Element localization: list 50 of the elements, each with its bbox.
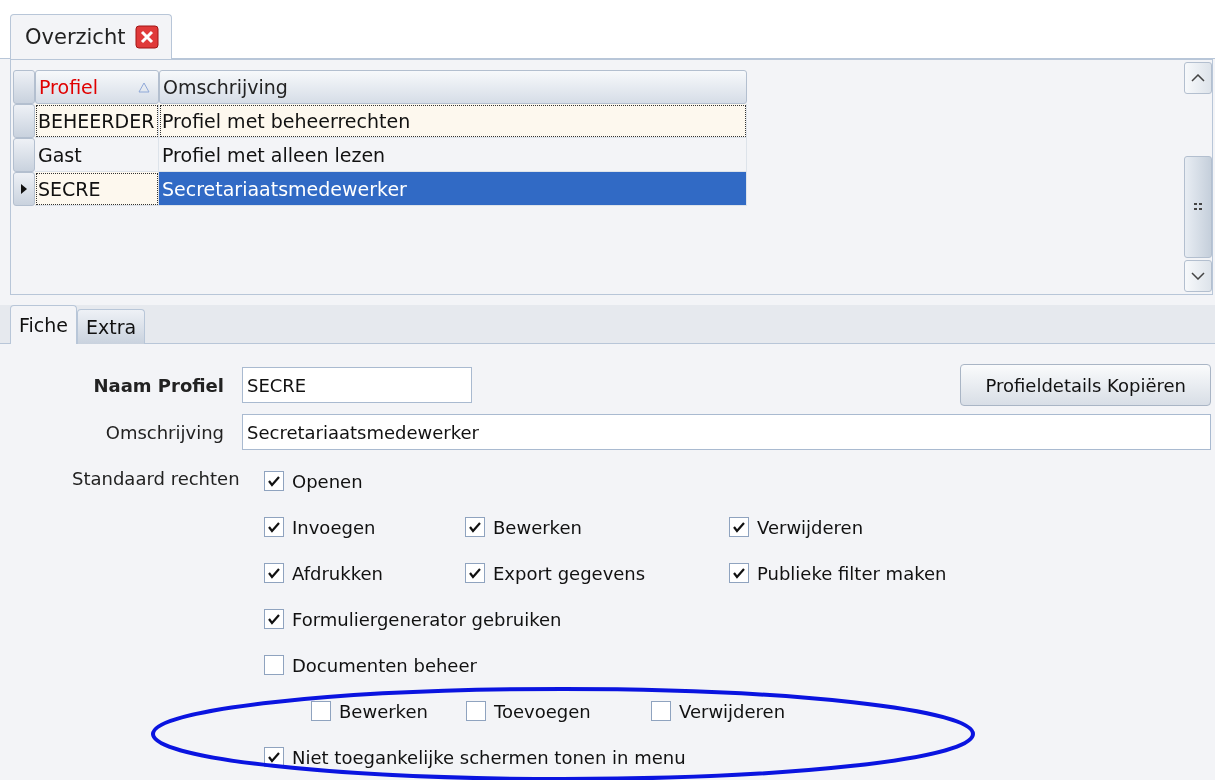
grip-icon xyxy=(1193,202,1203,213)
field-label: Naam Profiel xyxy=(92,374,225,396)
checkbox[interactable]: Export gegevens xyxy=(465,562,729,584)
table-cell: SECRE xyxy=(35,172,159,207)
checkbox[interactable]: Bewerken xyxy=(311,700,466,722)
checkmark-icon xyxy=(267,475,281,487)
document-tab[interactable]: Overzicht xyxy=(10,14,173,60)
table-cell: Gast xyxy=(35,138,159,173)
current-row-icon xyxy=(20,183,28,196)
sort-icon xyxy=(138,81,150,93)
checkmark-icon xyxy=(267,751,281,763)
checkmark-icon xyxy=(267,613,281,625)
tab[interactable]: Fiche xyxy=(10,305,77,344)
chevron-down-icon xyxy=(1191,272,1205,280)
row-header xyxy=(13,70,35,105)
checkbox[interactable]: Bewerken xyxy=(465,516,729,538)
chevron-up-icon xyxy=(1191,74,1205,83)
table-cell: BEHEERDER xyxy=(35,104,159,139)
close-icon[interactable] xyxy=(135,25,160,50)
field-label: Standaard rechten xyxy=(72,468,240,489)
field-label: Omschrijving xyxy=(104,421,225,443)
checkbox[interactable]: Formuliergenerator gebruiken xyxy=(264,608,562,630)
row-header[interactable] xyxy=(13,172,35,207)
checkbox[interactable]: Openen xyxy=(264,470,465,492)
checkmark-icon xyxy=(267,567,281,579)
checkbox[interactable]: Documenten beheer xyxy=(264,654,477,676)
checkbox[interactable]: Afdrukken xyxy=(264,562,465,584)
copy-button[interactable]: Profieldetails Kopiëren xyxy=(960,364,1211,406)
input-field[interactable]: SECRE xyxy=(242,367,472,403)
checkmark-icon xyxy=(732,567,746,579)
checkmark-icon xyxy=(732,521,746,533)
table-cell: Secretariaatsmedewerker xyxy=(159,172,747,207)
checkmark-icon xyxy=(468,567,482,579)
column-header[interactable]: Profiel xyxy=(35,70,159,105)
tab[interactable]: Extra xyxy=(77,309,146,344)
table-cell: Profiel met alleen lezen xyxy=(159,138,747,173)
checkmark-icon xyxy=(468,521,482,533)
table-cell: Profiel met beheerrechten xyxy=(159,104,747,139)
checkbox[interactable]: Niet toegankelijke schermen tonen in menu xyxy=(264,746,686,768)
column-header[interactable]: Omschrijving xyxy=(159,70,747,105)
scrollbar-thumb[interactable] xyxy=(1184,156,1212,258)
scroll-down-button[interactable] xyxy=(1184,260,1212,292)
checkbox[interactable]: Toevoegen xyxy=(466,700,651,722)
scroll-up-button[interactable] xyxy=(1184,62,1212,95)
input-field[interactable]: Secretariaatsmedewerker xyxy=(242,414,1211,450)
checkbox[interactable]: Publieke filter maken xyxy=(729,562,989,584)
checkbox[interactable]: Invoegen xyxy=(264,516,465,538)
checkbox[interactable]: Verwijderen xyxy=(651,700,851,722)
checkbox[interactable]: Verwijderen xyxy=(729,516,989,538)
checkmark-icon xyxy=(267,521,281,533)
